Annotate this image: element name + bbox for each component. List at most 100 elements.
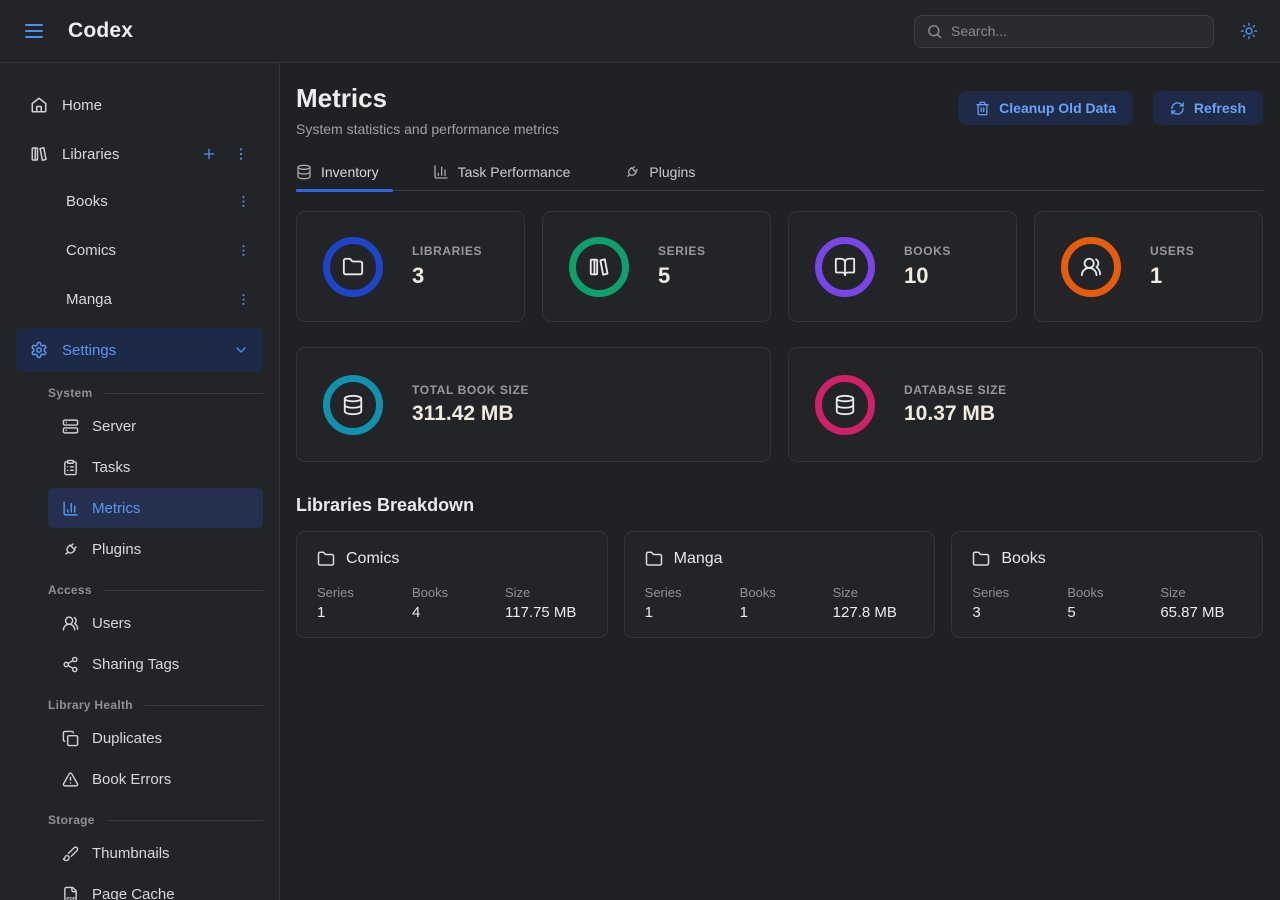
col-label: Size [505, 585, 587, 600]
stat-label: BOOKS [904, 244, 951, 258]
stat-label: TOTAL BOOK SIZE [412, 383, 529, 397]
search-box[interactable] [914, 15, 1214, 48]
share-icon [62, 656, 79, 673]
search-input[interactable] [951, 23, 1202, 39]
sidebar-item-page-cache[interactable]: PDF Page Cache [48, 874, 263, 900]
sidebar-item-label: Duplicates [92, 730, 162, 747]
stat-label: USERS [1150, 244, 1194, 258]
sidebar-item-manga[interactable]: Manga [48, 279, 263, 319]
section-title: Storage [48, 813, 95, 827]
tab-task-performance[interactable]: Task Performance [433, 164, 585, 190]
menu-button[interactable] [22, 19, 46, 43]
series-count: 1 [317, 604, 412, 621]
tab-plugins[interactable]: Plugins [624, 164, 709, 190]
tab-label: Task Performance [458, 164, 571, 180]
trash-icon [975, 101, 990, 116]
sidebar-item-label: Comics [66, 242, 116, 259]
gear-icon [30, 341, 48, 359]
library-name: Books [1001, 550, 1045, 568]
cleanup-old-data-button[interactable]: Cleanup Old Data [958, 91, 1133, 125]
sidebar-item-tasks[interactable]: Tasks [48, 447, 263, 487]
sidebar-item-label: Thumbnails [92, 845, 170, 862]
col-label: Series [645, 585, 740, 600]
stat-label: SERIES [658, 244, 706, 258]
paintbrush-icon [62, 845, 79, 862]
sidebar-item-libraries[interactable]: Libraries [16, 132, 263, 176]
section-title: System [48, 386, 93, 400]
stat-card-users: USERS 1 [1034, 211, 1263, 322]
tab-label: Plugins [649, 164, 695, 180]
sidebar-item-books[interactable]: Books [48, 181, 263, 221]
sidebar-item-label: Page Cache [92, 886, 175, 900]
stat-value: 10 [904, 263, 951, 289]
database-icon [296, 164, 312, 180]
col-label: Series [317, 585, 412, 600]
libraries-menu-icon[interactable] [233, 146, 249, 162]
comics-menu-icon[interactable] [236, 243, 251, 258]
libraries-breakdown-heading: Libraries Breakdown [296, 495, 1263, 516]
sidebar-item-users[interactable]: Users [48, 603, 263, 643]
col-label: Books [740, 585, 833, 600]
stat-card-books: BOOKS 10 [788, 211, 1017, 322]
bar-chart-icon [62, 500, 79, 517]
sidebar-section-library-health: Library Health [48, 698, 263, 712]
library-name: Manga [674, 550, 723, 568]
topbar: Codex [0, 0, 1280, 63]
page-title: Metrics [296, 83, 559, 114]
main-content: Metrics System statistics and performanc… [280, 63, 1280, 900]
folder-icon [645, 550, 663, 568]
copy-icon [62, 730, 79, 747]
library-icon [30, 145, 48, 163]
sidebar-item-server[interactable]: Server [48, 406, 263, 446]
library-card-comics: Comics Series 1 Books 4 Size 117.75 MB [296, 531, 608, 638]
sidebar-section-system: System [48, 386, 263, 400]
folder-icon [342, 256, 364, 278]
sidebar-item-metrics[interactable]: Metrics [48, 488, 263, 528]
sidebar-item-label: Plugins [92, 541, 141, 558]
sidebar-item-settings[interactable]: Settings [16, 328, 263, 372]
app-title: Codex [68, 19, 133, 43]
sidebar-item-label: Libraries [62, 146, 120, 163]
manga-menu-icon[interactable] [236, 292, 251, 307]
clipboard-icon [62, 459, 79, 476]
add-library-icon[interactable] [201, 146, 217, 162]
tab-inventory[interactable]: Inventory [296, 164, 393, 190]
chevron-down-icon [233, 342, 249, 358]
sidebar-section-storage: Storage [48, 813, 263, 827]
button-label: Cleanup Old Data [999, 100, 1116, 116]
sidebar-item-label: Sharing Tags [92, 656, 179, 673]
sidebar-item-home[interactable]: Home [16, 83, 263, 127]
library-name: Comics [346, 550, 399, 568]
page-subtitle: System statistics and performance metric… [296, 121, 559, 137]
library-card-manga: Manga Series 1 Books 1 Size 127.8 MB [624, 531, 936, 638]
library-size: 117.75 MB [505, 604, 587, 621]
library-size: 127.8 MB [833, 604, 915, 621]
plug-icon [624, 164, 640, 180]
sidebar-item-thumbnails[interactable]: Thumbnails [48, 833, 263, 873]
database-icon [342, 394, 364, 416]
sidebar-item-label: Metrics [92, 500, 140, 517]
library-size: 65.87 MB [1160, 604, 1242, 621]
stat-label: DATABASE SIZE [904, 383, 1007, 397]
sidebar-item-label: Books [66, 193, 108, 210]
sun-icon [1240, 22, 1258, 40]
refresh-button[interactable]: Refresh [1153, 91, 1263, 125]
search-icon [926, 23, 943, 40]
books-count: 1 [740, 604, 833, 621]
sidebar-item-plugins[interactable]: Plugins [48, 529, 263, 569]
sidebar-item-duplicates[interactable]: Duplicates [48, 718, 263, 758]
svg-text:PDF: PDF [66, 895, 75, 900]
sidebar-item-book-errors[interactable]: Book Errors [48, 759, 263, 799]
series-count: 3 [972, 604, 1067, 621]
folder-icon [972, 550, 990, 568]
books-menu-icon[interactable] [236, 194, 251, 209]
col-label: Books [412, 585, 505, 600]
pdf-file-icon: PDF [62, 886, 79, 900]
col-label: Size [833, 585, 915, 600]
sidebar-item-sharing-tags[interactable]: Sharing Tags [48, 644, 263, 684]
sidebar-item-comics[interactable]: Comics [48, 230, 263, 270]
section-title: Access [48, 583, 92, 597]
theme-toggle-button[interactable] [1240, 22, 1258, 40]
stat-value: 1 [1150, 263, 1194, 289]
sidebar-item-label: Server [92, 418, 136, 435]
